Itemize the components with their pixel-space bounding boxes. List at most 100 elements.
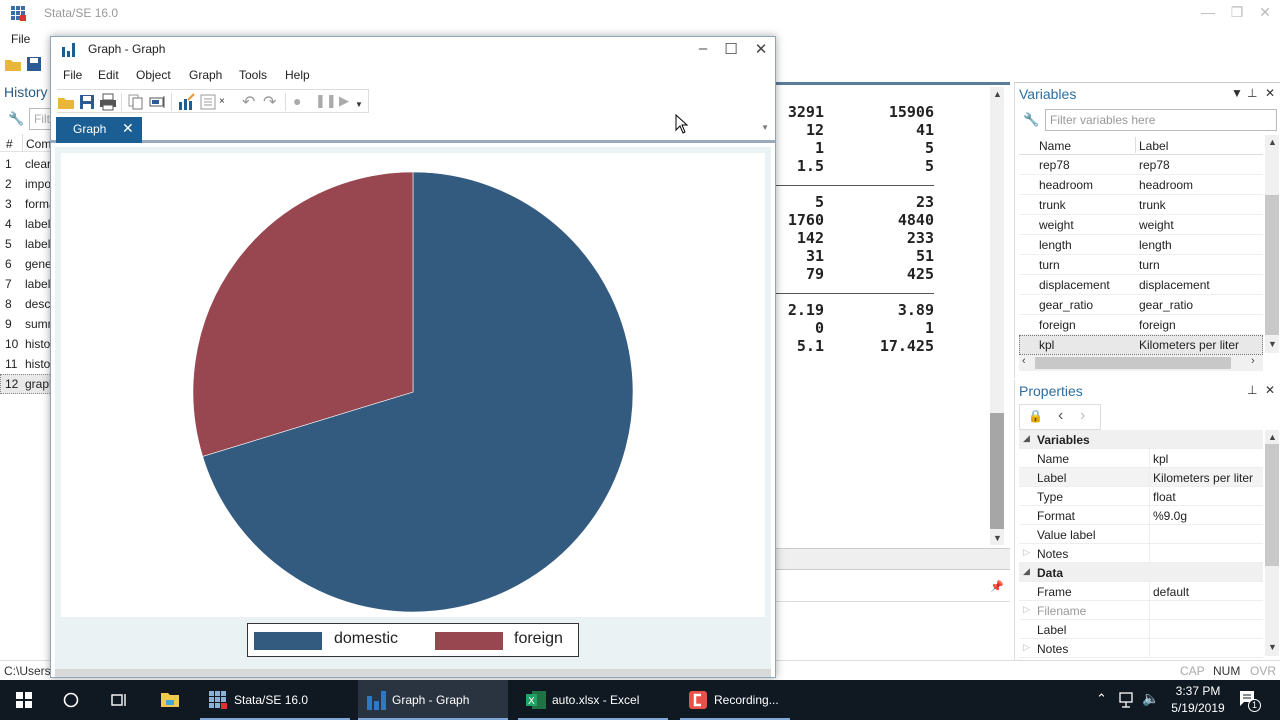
tab-list-dropdown-icon[interactable]: ▼ xyxy=(761,123,769,132)
print-icon[interactable] xyxy=(99,93,117,111)
lock-icon[interactable]: 🔒 xyxy=(1028,409,1043,423)
history-row[interactable]: 2 import xyxy=(0,174,52,194)
history-row[interactable]: 6 generate xyxy=(0,254,52,274)
property-row[interactable]: Value label xyxy=(1019,525,1263,544)
property-row[interactable]: Type float xyxy=(1019,487,1263,506)
properties-section-data[interactable]: ◢ Data xyxy=(1019,563,1263,582)
expand-triangle-icon[interactable]: ▷ xyxy=(1023,604,1030,615)
collapse-triangle-icon[interactable]: ◢ xyxy=(1023,566,1030,577)
forward-arrow-icon[interactable]: › xyxy=(1080,407,1085,425)
graph-close-button[interactable]: ✕ xyxy=(747,40,775,58)
variable-row[interactable]: displacement displacement xyxy=(1019,275,1263,295)
scroll-down-icon[interactable]: ▼ xyxy=(1268,642,1277,652)
variables-hscrollbar[interactable]: ‹ › xyxy=(1019,355,1263,371)
variables-scrollbar[interactable]: ▲ ▼ xyxy=(1265,135,1279,353)
variable-row[interactable]: gear_ratio gear_ratio xyxy=(1019,295,1263,315)
history-row[interactable]: 8 describe xyxy=(0,294,52,314)
redo-icon[interactable]: ↷ xyxy=(263,92,276,112)
file-explorer-icon[interactable] xyxy=(160,690,180,708)
property-row[interactable]: ▷ Filename xyxy=(1019,601,1263,620)
pin-icon[interactable]: ⊥ xyxy=(1247,383,1257,397)
expand-triangle-icon[interactable]: ▷ xyxy=(1023,642,1030,653)
property-row[interactable]: ▷ Notes xyxy=(1019,544,1263,563)
graph-minimize-button[interactable]: – xyxy=(689,40,717,57)
graph-editor-icon[interactable] xyxy=(177,93,195,111)
variable-row[interactable]: weight weight xyxy=(1019,215,1263,235)
save-icon[interactable] xyxy=(78,93,96,111)
properties-scrollbar[interactable]: ▲ ▼ xyxy=(1265,430,1279,656)
property-row[interactable]: Frame default xyxy=(1019,582,1263,601)
property-value[interactable]: float xyxy=(1153,490,1176,504)
graph-menu-file[interactable]: File xyxy=(63,68,82,82)
play-dropdown-icon[interactable]: ▼ xyxy=(355,100,363,109)
wrench-icon[interactable]: 🔧 xyxy=(8,111,24,127)
wrench-icon[interactable]: 🔧 xyxy=(1023,112,1039,128)
history-row[interactable]: 7 label xyxy=(0,274,52,294)
cortana-search-icon[interactable] xyxy=(63,692,79,708)
close-icon[interactable]: ✕ xyxy=(1265,86,1275,100)
properties-scroll-thumb[interactable] xyxy=(1265,444,1279,566)
history-row[interactable]: 12 graph xyxy=(0,374,52,394)
variable-row[interactable]: foreign foreign xyxy=(1019,315,1263,335)
variable-row[interactable]: length length xyxy=(1019,235,1263,255)
taskbar-recording[interactable]: Recording... xyxy=(680,680,790,720)
variable-row[interactable]: trunk trunk xyxy=(1019,195,1263,215)
scroll-right-icon[interactable]: › xyxy=(1251,355,1255,367)
variable-row[interactable]: rep78 rep78 xyxy=(1019,155,1263,175)
variable-row[interactable]: headroom headroom xyxy=(1019,175,1263,195)
results-scrollbar[interactable]: ▲ ▼ xyxy=(990,87,1004,545)
graph-menu-help[interactable]: Help xyxy=(285,68,310,82)
variable-row[interactable]: kpl Kilometers per liter xyxy=(1019,335,1263,355)
graph-menu-graph[interactable]: Graph xyxy=(189,68,222,82)
record-icon[interactable]: ● xyxy=(293,93,301,109)
scroll-up-icon[interactable]: ▲ xyxy=(1268,137,1277,147)
windows-start-icon[interactable] xyxy=(16,692,32,708)
system-clock[interactable]: 3:37 PM 5/19/2019 xyxy=(1168,683,1228,717)
volume-icon[interactable]: 🔈 xyxy=(1142,690,1159,707)
back-arrow-icon[interactable]: ‹ xyxy=(1058,407,1063,425)
rename-icon[interactable] xyxy=(149,93,167,111)
scroll-up-icon[interactable]: ▲ xyxy=(993,89,1002,99)
main-minimize-button[interactable]: — xyxy=(1193,4,1223,20)
main-close-button[interactable]: ✕ xyxy=(1250,4,1280,21)
save-icon[interactable] xyxy=(26,56,42,72)
copy-icon[interactable] xyxy=(127,93,145,111)
pause-icon[interactable]: ❚❚ xyxy=(315,93,337,109)
property-value[interactable]: default xyxy=(1153,585,1189,599)
variables-filter-input[interactable]: Filter variables here xyxy=(1045,109,1277,131)
scroll-left-icon[interactable]: ‹ xyxy=(1022,355,1026,367)
taskbar-excel[interactable]: Xauto.xlsx - Excel xyxy=(518,680,668,720)
filter-icon[interactable]: ▼ xyxy=(1231,86,1243,100)
tab-graph[interactable]: Graph ✕ xyxy=(56,117,142,143)
property-value[interactable]: kpl xyxy=(1153,452,1168,466)
tab-close-icon[interactable]: ✕ xyxy=(122,120,134,137)
expand-triangle-icon[interactable]: ▷ xyxy=(1023,547,1030,558)
history-row[interactable]: 1 clear xyxy=(0,154,52,174)
collapse-triangle-icon[interactable]: ◢ xyxy=(1023,433,1030,444)
history-row[interactable]: 11 histogram xyxy=(0,354,52,374)
variables-scroll-thumb[interactable] xyxy=(1265,195,1279,335)
results-hscroll[interactable] xyxy=(776,548,1010,570)
action-center-button[interactable]: 1 xyxy=(1238,689,1261,713)
property-value[interactable]: %9.0g xyxy=(1153,509,1187,523)
main-menu-file[interactable]: File xyxy=(11,32,30,46)
history-row[interactable]: 3 format xyxy=(0,194,52,214)
results-scroll-thumb[interactable] xyxy=(990,413,1004,529)
open-folder-icon[interactable] xyxy=(4,56,22,72)
undo-icon[interactable]: ↶ xyxy=(242,92,255,112)
property-row[interactable]: Label Kilometers per liter xyxy=(1019,468,1263,487)
graph-title-bar[interactable]: Graph - Graph – ☐ ✕ xyxy=(51,37,775,63)
graph-maximize-button[interactable]: ☐ xyxy=(717,40,745,58)
graph-menu-edit[interactable]: Edit xyxy=(98,68,119,82)
property-row[interactable]: Format %9.0g xyxy=(1019,506,1263,525)
graph-menu-object[interactable]: Object xyxy=(136,68,171,82)
history-row[interactable]: 4 label xyxy=(0,214,52,234)
history-row[interactable]: 9 summarize xyxy=(0,314,52,334)
variable-row[interactable]: turn turn xyxy=(1019,255,1263,275)
network-icon[interactable] xyxy=(1118,692,1136,708)
property-row[interactable]: Name kpl xyxy=(1019,449,1263,468)
history-col-number[interactable]: # xyxy=(6,137,13,151)
delete-icon[interactable]: × xyxy=(219,96,225,107)
taskbar-graph[interactable]: Graph - Graph xyxy=(358,680,508,720)
play-icon[interactable]: ▶ xyxy=(339,93,349,109)
